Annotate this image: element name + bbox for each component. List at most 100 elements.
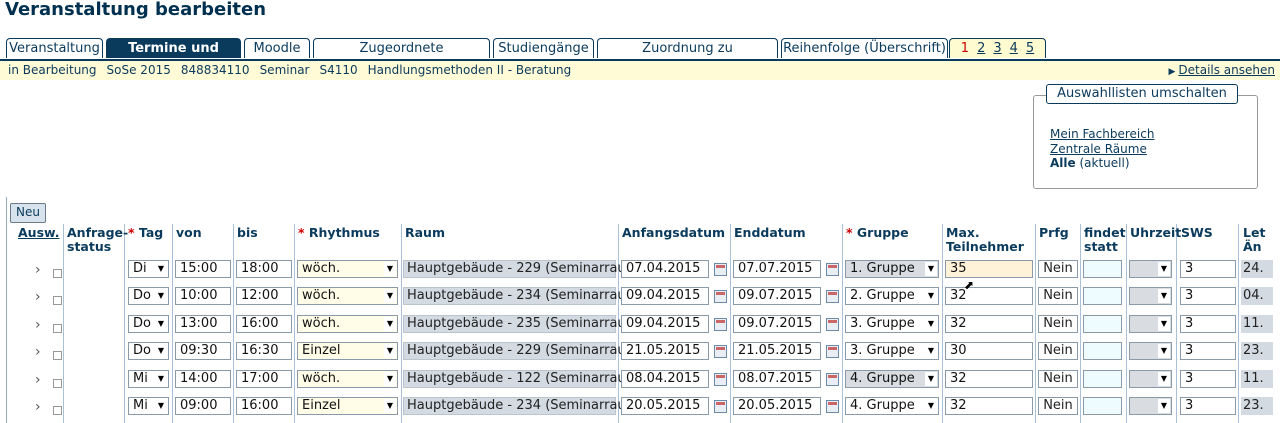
switcher-link-fachbereich[interactable]: Mein Fachbereich	[1050, 127, 1154, 141]
sws-input[interactable]: 3	[1180, 370, 1236, 388]
tab-lehrpersonen[interactable]: Zugeordnete Lehrpersonen	[313, 38, 490, 76]
sws-input[interactable]: 3	[1180, 260, 1236, 278]
calendar-icon[interactable]	[714, 373, 727, 386]
findet-statt-field[interactable]	[1083, 397, 1122, 415]
prfg-field[interactable]: Nein	[1038, 397, 1078, 415]
row-checkbox[interactable]	[53, 324, 62, 333]
bis-input[interactable]: 16:00	[236, 397, 292, 415]
page-link-2[interactable]: 2	[977, 41, 985, 56]
gruppe-select[interactable]: 4. Gruppe ▼	[845, 397, 939, 415]
rhythmus-select[interactable]: Einzel ▼	[297, 342, 398, 360]
rhythmus-select[interactable]: wöch. ▼	[297, 315, 398, 333]
anfangsdatum-input[interactable]: 08.04.2015	[621, 370, 709, 388]
row-checkbox[interactable]	[53, 379, 62, 388]
chevron-right-icon[interactable]: ›	[35, 318, 41, 332]
calendar-icon[interactable]	[714, 290, 727, 303]
gruppe-select[interactable]: 1. Gruppe ▼	[845, 260, 939, 278]
sws-input[interactable]: 3	[1180, 342, 1236, 360]
raum-field[interactable]: Hauptgebäude - 122 (Seminarraum)	[403, 370, 643, 388]
findet-statt-field[interactable]	[1083, 287, 1122, 305]
anfangsdatum-input[interactable]: 21.05.2015	[621, 342, 709, 360]
bis-input[interactable]: 16:00	[236, 315, 292, 333]
bis-input[interactable]: 18:00	[236, 260, 292, 278]
uhrzeit-select[interactable]: ▼	[1129, 370, 1172, 388]
rhythmus-select[interactable]: wöch. ▼	[297, 370, 398, 388]
tag-select[interactable]: Do ▼	[128, 287, 169, 305]
rhythmus-select[interactable]: wöch. ▼	[297, 260, 398, 278]
tab-zuordnung[interactable]: Zuordnung zu Überschriften	[597, 38, 778, 76]
enddatum-input[interactable]: 07.07.2015	[733, 260, 821, 278]
calendar-icon[interactable]	[714, 400, 727, 413]
gruppe-select[interactable]: 3. Gruppe ▼	[845, 342, 939, 360]
raum-field[interactable]: Hauptgebäude - 229 (Seminarraum)	[403, 342, 643, 360]
raum-field[interactable]: Hauptgebäude - 235 (Seminarraum)	[403, 315, 643, 333]
calendar-icon[interactable]	[826, 345, 839, 358]
calendar-icon[interactable]	[826, 263, 839, 276]
max-teilnehmer-input[interactable]: 30	[945, 342, 1033, 360]
enddatum-input[interactable]: 20.05.2015	[733, 397, 821, 415]
findet-statt-field[interactable]	[1083, 260, 1122, 278]
anfangsdatum-input[interactable]: 09.04.2015	[621, 315, 709, 333]
tag-select[interactable]: Do ▼	[128, 342, 169, 360]
prfg-field[interactable]: Nein	[1038, 315, 1078, 333]
prfg-field[interactable]: Nein	[1038, 370, 1078, 388]
chevron-right-icon[interactable]: ›	[35, 290, 41, 304]
calendar-icon[interactable]	[826, 290, 839, 303]
enddatum-input[interactable]: 08.07.2015	[733, 370, 821, 388]
tag-select[interactable]: Do ▼	[128, 315, 169, 333]
page-link-5[interactable]: 5	[1026, 41, 1034, 56]
tag-select[interactable]: Di ▼	[128, 260, 169, 278]
uhrzeit-select[interactable]: ▼	[1129, 260, 1172, 278]
tab-veranstaltung[interactable]: Veranstaltung	[6, 38, 103, 58]
tab-studiengaenge[interactable]: Studiengänge	[493, 38, 594, 58]
gruppe-select[interactable]: 2. Gruppe ▼	[845, 287, 939, 305]
von-input[interactable]: 09:00	[175, 397, 231, 415]
prfg-field[interactable]: Nein	[1038, 260, 1078, 278]
von-input[interactable]: 09:30	[175, 342, 231, 360]
rhythmus-select[interactable]: Einzel ▼	[297, 397, 398, 415]
sws-input[interactable]: 3	[1180, 287, 1236, 305]
chevron-right-icon[interactable]: ›	[35, 263, 41, 277]
bis-input[interactable]: 17:00	[236, 370, 292, 388]
calendar-icon[interactable]	[714, 318, 727, 331]
uhrzeit-select[interactable]: ▼	[1129, 397, 1172, 415]
enddatum-input[interactable]: 09.07.2015	[733, 315, 821, 333]
von-input[interactable]: 14:00	[175, 370, 231, 388]
new-button[interactable]: Neu	[10, 203, 46, 223]
findet-statt-field[interactable]	[1083, 370, 1122, 388]
uhrzeit-select[interactable]: ▼	[1129, 342, 1172, 360]
rhythmus-select[interactable]: wöch. ▼	[297, 287, 398, 305]
raum-field[interactable]: Hauptgebäude - 229 (Seminarraum)	[403, 260, 643, 278]
tag-select[interactable]: Mi ▼	[128, 397, 169, 415]
tab-reihenfolge[interactable]: Reihenfolge (Überschrift)	[781, 38, 948, 58]
anfangsdatum-input[interactable]: 07.04.2015	[621, 260, 709, 278]
bis-input[interactable]: 16:30	[236, 342, 292, 360]
anfangsdatum-input[interactable]: 09.04.2015	[621, 287, 709, 305]
von-input[interactable]: 10:00	[175, 287, 231, 305]
max-teilnehmer-input[interactable]: 32	[945, 315, 1033, 333]
max-teilnehmer-input[interactable]: 32	[945, 287, 1033, 305]
anfangsdatum-input[interactable]: 20.05.2015	[621, 397, 709, 415]
page-link-4[interactable]: 4	[1010, 41, 1018, 56]
findet-statt-field[interactable]	[1083, 315, 1122, 333]
calendar-icon[interactable]	[826, 318, 839, 331]
page-link-3[interactable]: 3	[993, 41, 1001, 56]
calendar-icon[interactable]	[714, 263, 727, 276]
header-ausw[interactable]: Ausw.	[18, 226, 60, 240]
uhrzeit-select[interactable]: ▼	[1129, 287, 1172, 305]
tab-termine-und-raeume[interactable]: Termine und Räume	[106, 38, 241, 76]
von-input[interactable]: 13:00	[175, 315, 231, 333]
enddatum-input[interactable]: 21.05.2015	[733, 342, 821, 360]
findet-statt-field[interactable]	[1083, 342, 1122, 360]
uhrzeit-select[interactable]: ▼	[1129, 315, 1172, 333]
switcher-link-zentrale-raeume[interactable]: Zentrale Räume	[1050, 142, 1147, 156]
raum-field[interactable]: Hauptgebäude - 234 (Seminarraum)	[403, 287, 643, 305]
prfg-field[interactable]: Nein	[1038, 287, 1078, 305]
prfg-field[interactable]: Nein	[1038, 342, 1078, 360]
calendar-icon[interactable]	[826, 373, 839, 386]
chevron-right-icon[interactable]: ›	[35, 345, 41, 359]
sws-input[interactable]: 3	[1180, 397, 1236, 415]
row-checkbox[interactable]	[53, 406, 62, 415]
details-link[interactable]: Details ansehen	[1178, 63, 1275, 77]
calendar-icon[interactable]	[826, 400, 839, 413]
